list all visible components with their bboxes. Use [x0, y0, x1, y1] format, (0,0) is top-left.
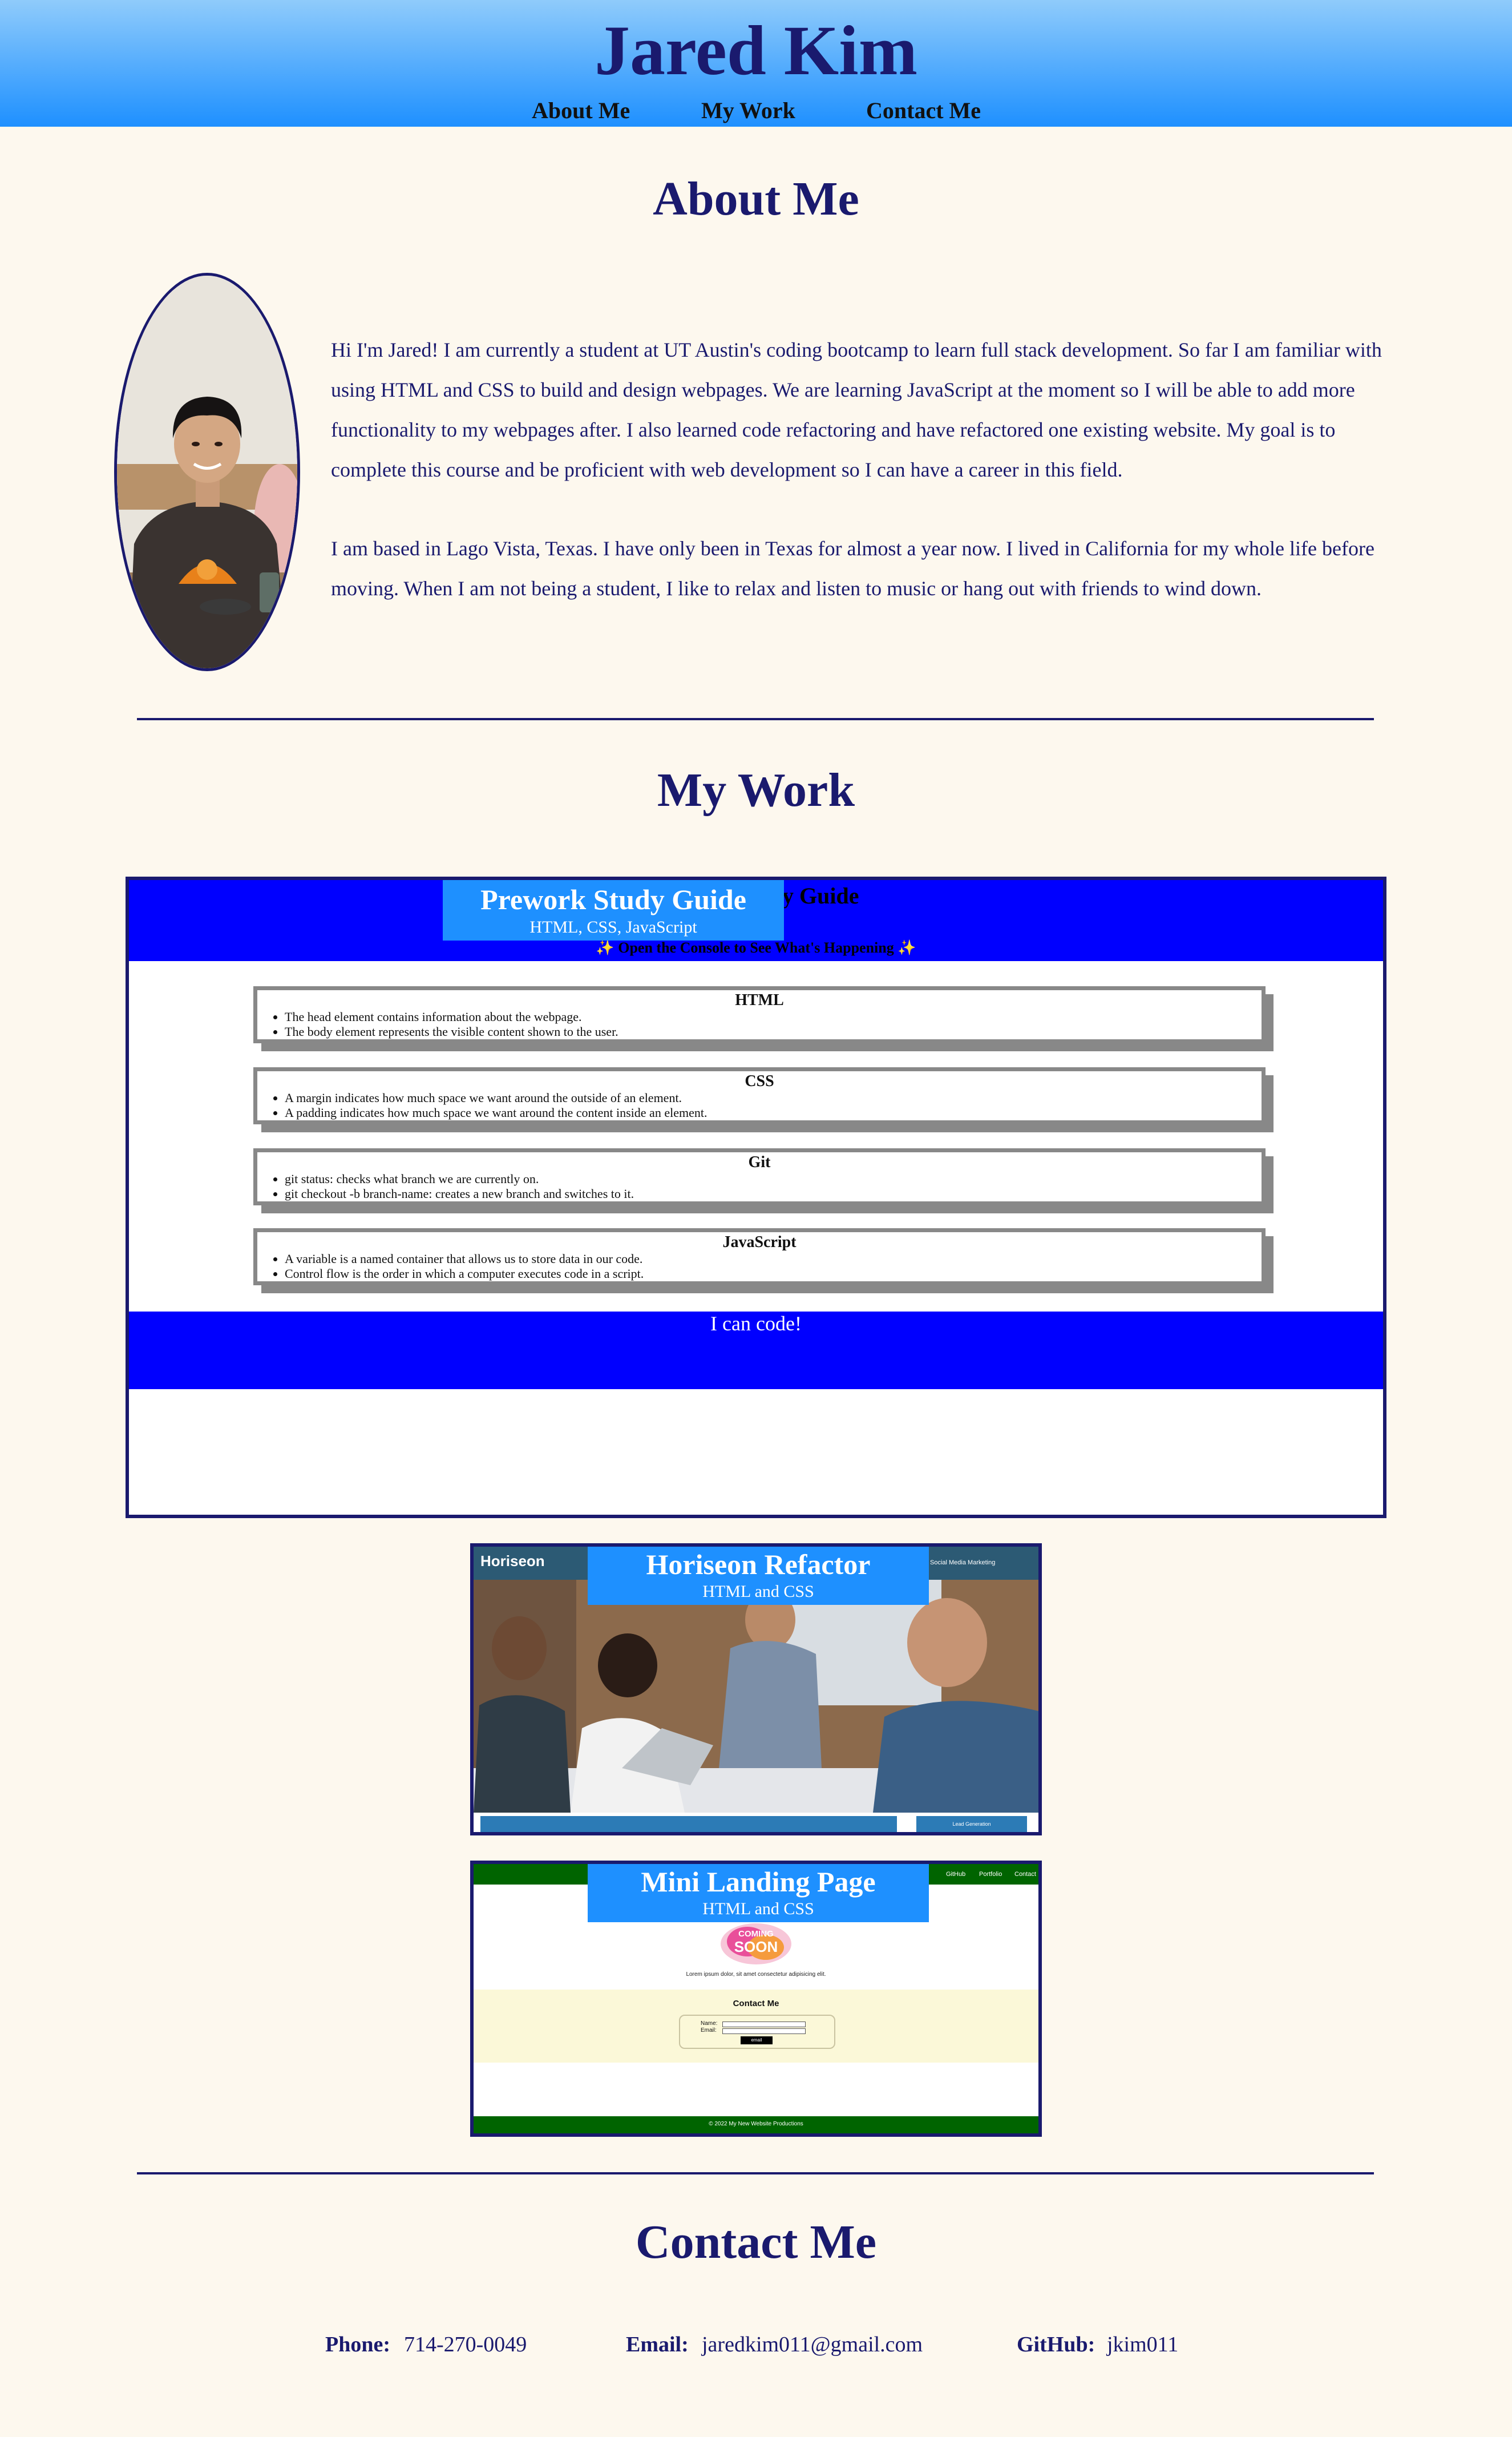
project-card-landing[interactable]: GitHub Portfolio Contact COMING SOON Lor…	[470, 1861, 1042, 2137]
project-title: Horiseon Refactor	[646, 1548, 871, 1580]
prework-section-title: JavaScript	[722, 1233, 797, 1251]
project-card-horiseon[interactable]: Horiseon Social Media Marketing gement L…	[470, 1543, 1042, 1835]
prework-section-git: Git git status: checks what branch we ar…	[253, 1148, 1266, 1205]
horiseon-hero-image	[474, 1580, 1038, 1813]
prework-footer-text: I can code!	[710, 1312, 802, 1335]
email-label: Email:	[626, 2333, 689, 2357]
landing-lorem: Lorem ipsum dolor, sit amet consectetur …	[686, 1971, 826, 1978]
profile-photo-illustration	[117, 276, 297, 668]
prework-section-html: HTML The head element contains informati…	[253, 986, 1266, 1043]
prework-section-item: Control flow is the order in which a com…	[285, 1266, 1262, 1281]
contact-heading: Contact Me	[635, 2216, 877, 2269]
bio-paragraph-1: Hi I'm Jared! I am currently a student a…	[331, 338, 1382, 481]
prework-section-item: git status: checks what branch we are cu…	[285, 1172, 1262, 1187]
prework-console-note: ✨ Open the Console to See What's Happeni…	[596, 939, 916, 956]
prework-section-title: CSS	[745, 1072, 774, 1090]
site-title: Jared Kim	[595, 11, 917, 90]
nav-about-me[interactable]: About Me	[532, 97, 630, 124]
github-link[interactable]: jkim011	[1107, 2332, 1178, 2357]
horiseon-brand: Horiseon	[480, 1552, 545, 1569]
landing-nav-link: Contact	[1014, 1871, 1036, 1878]
prework-section-item: A margin indicates how much space we wan…	[285, 1091, 1262, 1105]
landing-contact-title: Contact Me	[733, 1999, 779, 2008]
prework-section-title: HTML	[735, 991, 784, 1009]
prework-section-item: A variable is a named container that all…	[285, 1252, 1262, 1266]
phone-label: Phone:	[325, 2333, 390, 2357]
project-subtitle: HTML, CSS, JavaScript	[529, 918, 697, 937]
landing-email-input	[722, 2028, 806, 2034]
nav-my-work[interactable]: My Work	[701, 97, 795, 124]
horiseon-preview-button: Lead Generation	[916, 1816, 1027, 1832]
prework-label: Prework Study Guide HTML, CSS, JavaScrip…	[443, 880, 784, 941]
prework-section-item: The body element represents the visible …	[285, 1024, 1262, 1039]
prework-section-css: CSS A margin indicates how much space we…	[253, 1067, 1266, 1124]
landing-name-input	[722, 2022, 806, 2027]
landing-submit-button: email	[741, 2036, 773, 2044]
prework-section-title: Git	[748, 1153, 771, 1171]
github-label: GitHub:	[1017, 2333, 1095, 2357]
horiseon-preview-bar	[480, 1816, 897, 1832]
work-heading: My Work	[657, 764, 855, 817]
landing-email-label: Email:	[701, 2027, 717, 2033]
nav-contact-me[interactable]: Contact Me	[866, 97, 981, 124]
horiseon-nav-link: Social Media Marketing	[930, 1559, 996, 1566]
horiseon-label: Horiseon Refactor HTML and CSS	[588, 1547, 929, 1605]
landing-nav-link: Portfolio	[979, 1871, 1002, 1878]
landing-name-label: Name:	[701, 2020, 718, 2027]
project-card-prework[interactable]: y Guide ✨ Open the Console to See What's…	[126, 877, 1386, 1518]
prework-preview-title-fragment: y Guide	[782, 883, 859, 909]
prework-section-item: The head element contains information ab…	[285, 1010, 1262, 1024]
section-divider	[137, 718, 1374, 720]
profile-photo	[114, 273, 300, 671]
prework-section-item: git checkout -b branch-name: creates a n…	[285, 1187, 1262, 1201]
phone-value: 714-270-0049	[404, 2333, 527, 2357]
landing-footer-text: © 2022 My New Website Productions	[709, 2121, 803, 2127]
prework-section-item: A padding indicates how much space we wa…	[285, 1105, 1262, 1120]
project-title: Prework Study Guide	[480, 883, 746, 915]
project-subtitle: HTML and CSS	[702, 1582, 814, 1601]
landing-label: Mini Landing Page HTML and CSS	[588, 1864, 929, 1922]
project-title: Mini Landing Page	[641, 1866, 876, 1898]
coming-soon-bottom: SOON	[734, 1938, 778, 1955]
project-subtitle: HTML and CSS	[702, 1899, 814, 1918]
prework-section-javascript: JavaScript A variable is a named contain…	[253, 1228, 1266, 1285]
section-divider	[137, 2172, 1374, 2174]
email-link[interactable]: jaredkim011@gmail.com	[702, 2332, 923, 2357]
about-heading: About Me	[653, 172, 859, 225]
coming-soon-top: COMING	[738, 1929, 774, 1939]
bio-paragraph-2: I am based in Lago Vista, Texas. I have …	[331, 537, 1374, 600]
landing-nav-link: GitHub	[946, 1871, 966, 1878]
